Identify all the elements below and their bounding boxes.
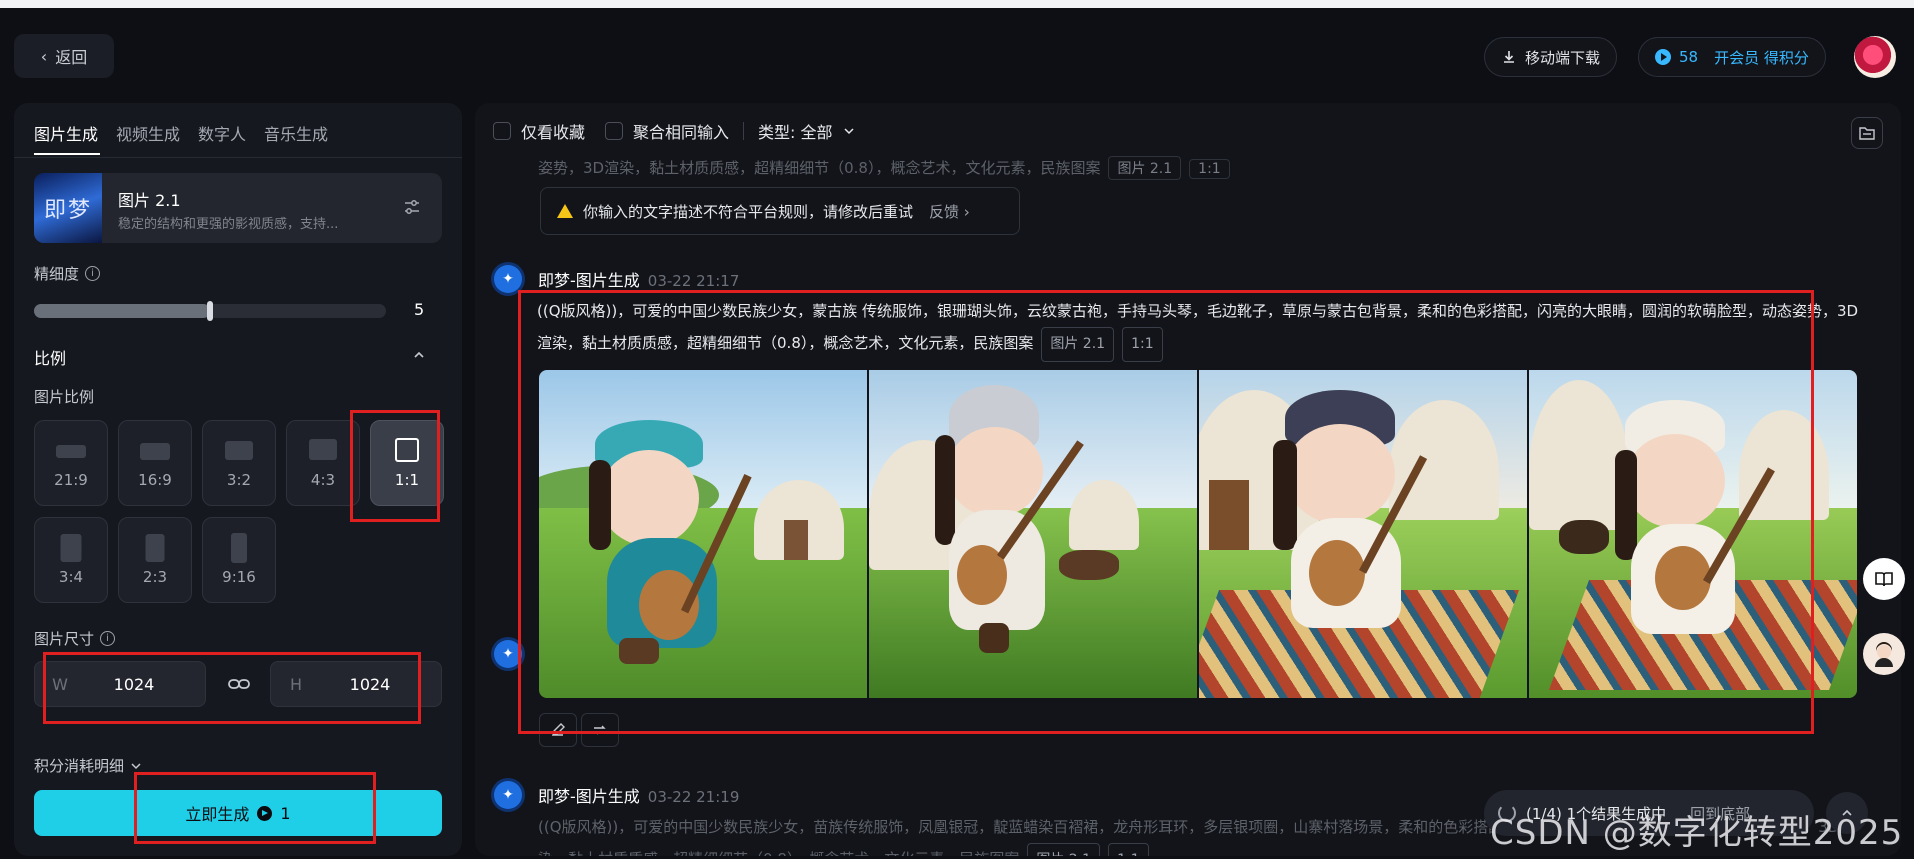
- ratio-shape-icon: [140, 443, 170, 460]
- bot-avatar-icon: ✦: [494, 781, 522, 809]
- model-description: 稳定的结构和更强的影视质感，支持...: [118, 217, 339, 232]
- width-value: 1024: [113, 674, 155, 694]
- merge-checkbox[interactable]: [605, 122, 624, 140]
- post-prompt: ((Q版风格))，可爱的中国少数民族少女，蒙古族 传统服饰，银珊瑚头饰，云纹蒙古…: [537, 296, 1867, 362]
- mobile-download-label: 移动端下载: [1525, 48, 1601, 67]
- width-input[interactable]: W 1024: [34, 661, 206, 707]
- favorites-filter[interactable]: 仅看收藏: [493, 119, 585, 143]
- ratio-shape-icon: [145, 534, 165, 562]
- generated-image-2[interactable]: [869, 370, 1197, 698]
- download-icon: [1504, 51, 1514, 63]
- ratio-21-9[interactable]: 21:9: [34, 420, 108, 506]
- credits-count: 58: [1679, 48, 1699, 66]
- generated-images: [539, 370, 1857, 698]
- merge-filter[interactable]: 聚合相同输入: [605, 119, 729, 143]
- precision-slider[interactable]: [34, 301, 386, 321]
- ratio-1-1[interactable]: 1:1: [370, 420, 444, 506]
- regenerate-button[interactable]: [581, 713, 619, 747]
- info-icon[interactable]: i: [100, 631, 116, 646]
- edit-button[interactable]: [539, 713, 577, 747]
- precision-value: 5: [414, 300, 425, 319]
- chevron-left-icon: ‹: [40, 46, 48, 66]
- precision-slider-fill: [34, 304, 210, 318]
- pen-icon: [552, 723, 565, 736]
- precision-slider-handle[interactable]: [207, 301, 213, 321]
- ratio-shape-icon: [395, 438, 419, 462]
- ratio-4-3[interactable]: 4:3: [286, 420, 360, 506]
- filter-bar: 仅看收藏 聚合相同输入 类型: 全部: [493, 119, 855, 143]
- ratio-shape-icon: [225, 441, 253, 460]
- ratio-2-3[interactable]: 2:3: [118, 517, 192, 603]
- divider: [743, 122, 745, 140]
- assistant-avatar[interactable]: [1863, 633, 1905, 675]
- previous-prompt: 姿势，3D渲染，黏土材质质感，超精细细节（0.8），概念艺术，文化元素，民族图案…: [538, 156, 1230, 180]
- ratio-shape-icon: [60, 534, 82, 562]
- feedback-link[interactable]: 反馈 ›: [929, 201, 970, 222]
- height-prefix: H: [289, 674, 303, 694]
- folder-icon[interactable]: [1851, 117, 1883, 149]
- model-selector[interactable]: 即梦 图片 2.1 稳定的结构和更强的影视质感，支持...: [34, 173, 442, 243]
- tab-digital-human[interactable]: 数字人: [198, 121, 246, 145]
- width-prefix: W: [52, 674, 68, 694]
- tab-image[interactable]: 图片生成: [34, 121, 98, 145]
- ratio-section-title: 比例: [34, 349, 67, 368]
- repeat-icon: [594, 725, 606, 735]
- ratio-16-9[interactable]: 16:9: [118, 420, 192, 506]
- ratio-9-16[interactable]: 9:16: [202, 517, 276, 603]
- height-input[interactable]: H 1024: [270, 661, 442, 707]
- generated-image-1[interactable]: [539, 370, 867, 698]
- generate-label: 立即生成: [185, 805, 250, 824]
- tab-video[interactable]: 视频生成: [116, 121, 180, 145]
- active-tab-indicator: [34, 153, 100, 155]
- chevron-down-icon: [843, 128, 854, 135]
- generated-image-3[interactable]: [1199, 370, 1527, 698]
- vip-link[interactable]: 开会员 得积分: [1714, 47, 1809, 68]
- chevron-down-icon: [131, 762, 141, 769]
- generate-button[interactable]: 立即生成 1: [34, 790, 442, 836]
- height-value: 1024: [349, 674, 391, 694]
- ratio-shape-icon: [231, 533, 247, 563]
- credits-pill[interactable]: 58 开会员 得积分: [1638, 37, 1826, 77]
- warning-text: 你输入的文字描述不符合平台规则，请修改后重试: [583, 202, 914, 221]
- precision-text: 精细度: [34, 265, 80, 283]
- chevron-up-icon[interactable]: [412, 348, 426, 362]
- model-thumbnail: 即梦: [34, 173, 102, 243]
- post-header: 即梦-图片生成 03-22 21:17: [538, 271, 740, 290]
- tab-divider: [14, 157, 462, 158]
- size-label: 图片尺寸 i: [34, 628, 116, 649]
- bot-avatar-icon: ✦: [494, 640, 522, 668]
- sliders-icon[interactable]: [402, 197, 422, 217]
- bot-avatar-icon: ✦: [494, 265, 522, 293]
- back-label: 返回: [55, 48, 88, 67]
- ratio-shape-icon: [56, 445, 86, 458]
- credit-coin-icon: [1655, 49, 1671, 65]
- info-icon[interactable]: i: [85, 266, 101, 281]
- precision-label: 精细度 i: [34, 263, 101, 284]
- watermark: CSDN @数字化转型2025: [1490, 813, 1904, 853]
- tab-music[interactable]: 音乐生成: [264, 121, 328, 145]
- ratio-shape-icon: [309, 439, 337, 460]
- browser-top-strip: [0, 0, 1914, 8]
- generated-image-4[interactable]: [1529, 370, 1857, 698]
- link-icon[interactable]: [227, 674, 251, 694]
- favorites-checkbox[interactable]: [493, 122, 511, 140]
- ratio-3-2[interactable]: 3:2: [202, 420, 276, 506]
- type-filter-dropdown[interactable]: 类型: 全部: [758, 119, 854, 143]
- generate-cost: 1: [280, 803, 291, 823]
- model-name: 图片 2.1: [118, 191, 181, 210]
- ratio-3-4[interactable]: 3:4: [34, 517, 108, 603]
- results-panel: 仅看收藏 聚合相同输入 类型: 全部 姿势，3D渲染，黏土材质质感，超精细细节（…: [475, 103, 1901, 856]
- user-avatar[interactable]: [1854, 36, 1896, 78]
- credit-coin-icon: [257, 805, 273, 821]
- warning-icon: [557, 204, 573, 218]
- cost-detail-toggle[interactable]: 积分消耗明细: [34, 755, 142, 776]
- post-header: 即梦-图片生成 03-22 21:19: [538, 787, 740, 806]
- book-icon[interactable]: [1863, 558, 1905, 600]
- ratio-label: 图片比例: [34, 388, 95, 406]
- mobile-download-button[interactable]: 移动端下载: [1484, 37, 1618, 77]
- generation-tabs: 图片生成 视频生成 数字人 音乐生成: [34, 121, 328, 145]
- policy-warning: 你输入的文字描述不符合平台规则，请修改后重试 反馈 ›: [540, 187, 1020, 235]
- back-button[interactable]: ‹ 返回: [14, 34, 114, 78]
